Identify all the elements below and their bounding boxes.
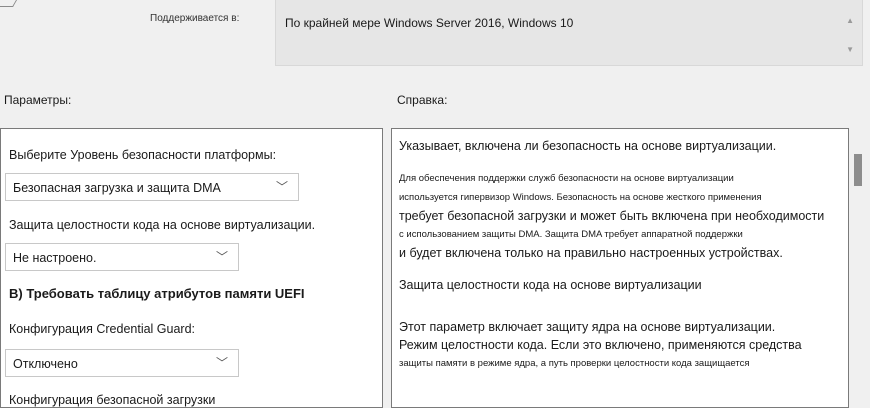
chevron-down-icon: ﹀ <box>215 356 228 370</box>
help-scrollbar[interactable] <box>852 128 866 400</box>
platform-security-label: Выберите Уровень безопасности платформы: <box>9 148 277 162</box>
collapsed-arrow-fragment <box>0 0 18 7</box>
help-text: Режим целостности кода. Если это включен… <box>399 338 802 352</box>
chevron-down-icon: ﹀ <box>275 180 288 194</box>
help-text: используется гипервизор Windows. Безопас… <box>399 192 762 203</box>
options-panel: Выберите Уровень безопасности платформы:… <box>0 128 383 408</box>
chevron-down-icon: ﹀ <box>215 250 228 264</box>
supported-on-value: По крайней мере Windows Server 2016, Win… <box>285 16 574 30</box>
credential-guard-value: Отключено <box>13 357 78 371</box>
platform-security-value: Безопасная загрузка и защита DMA <box>13 181 221 195</box>
scrollbar-thumb[interactable] <box>854 154 862 186</box>
help-text: требует безопасной загрузки и может быть… <box>399 209 825 223</box>
credential-guard-label: Конфигурация Credential Guard: <box>9 322 196 336</box>
help-text: Защита целостности кода на основе виртуа… <box>399 278 702 292</box>
help-title: Справка: <box>397 93 448 107</box>
help-text: и будет включена только на правильно нас… <box>399 246 783 260</box>
hvci-label: Защита целостности кода на основе виртуа… <box>9 218 316 232</box>
help-text: Для обеспечения поддержки служб безопасн… <box>399 173 734 184</box>
hvci-value: Не настроено. <box>13 251 97 265</box>
options-title: Параметры: <box>4 93 72 107</box>
hvci-select[interactable]: Не настроено. ﹀ <box>5 243 239 271</box>
supported-on-label: Поддерживается в: <box>150 13 240 24</box>
credential-guard-select[interactable]: Отключено ﹀ <box>5 349 239 377</box>
uefi-requirement-heading: В) Требовать таблицу атрибутов памяти UE… <box>9 286 305 301</box>
platform-security-select[interactable]: Безопасная загрузка и защита DMA ﹀ <box>5 173 299 201</box>
secure-boot-config-label: Конфигурация безопасной загрузки <box>9 393 216 407</box>
help-panel: Указывает, включена ли безопасность на о… <box>391 128 849 408</box>
help-text: Указывает, включена ли безопасность на о… <box>399 139 777 153</box>
supported-on-box: По крайней мере Windows Server 2016, Win… <box>275 0 863 66</box>
help-text: защиты памяти в режиме ядра, а путь пров… <box>399 358 750 369</box>
scroll-down-icon[interactable]: ▼ <box>846 45 854 54</box>
help-text: Этот параметр включает защиту ядра на ос… <box>399 320 776 334</box>
help-text: с использованием защиты DMA. Защита DMA … <box>399 229 743 240</box>
scroll-up-icon[interactable]: ▲ <box>846 16 854 25</box>
